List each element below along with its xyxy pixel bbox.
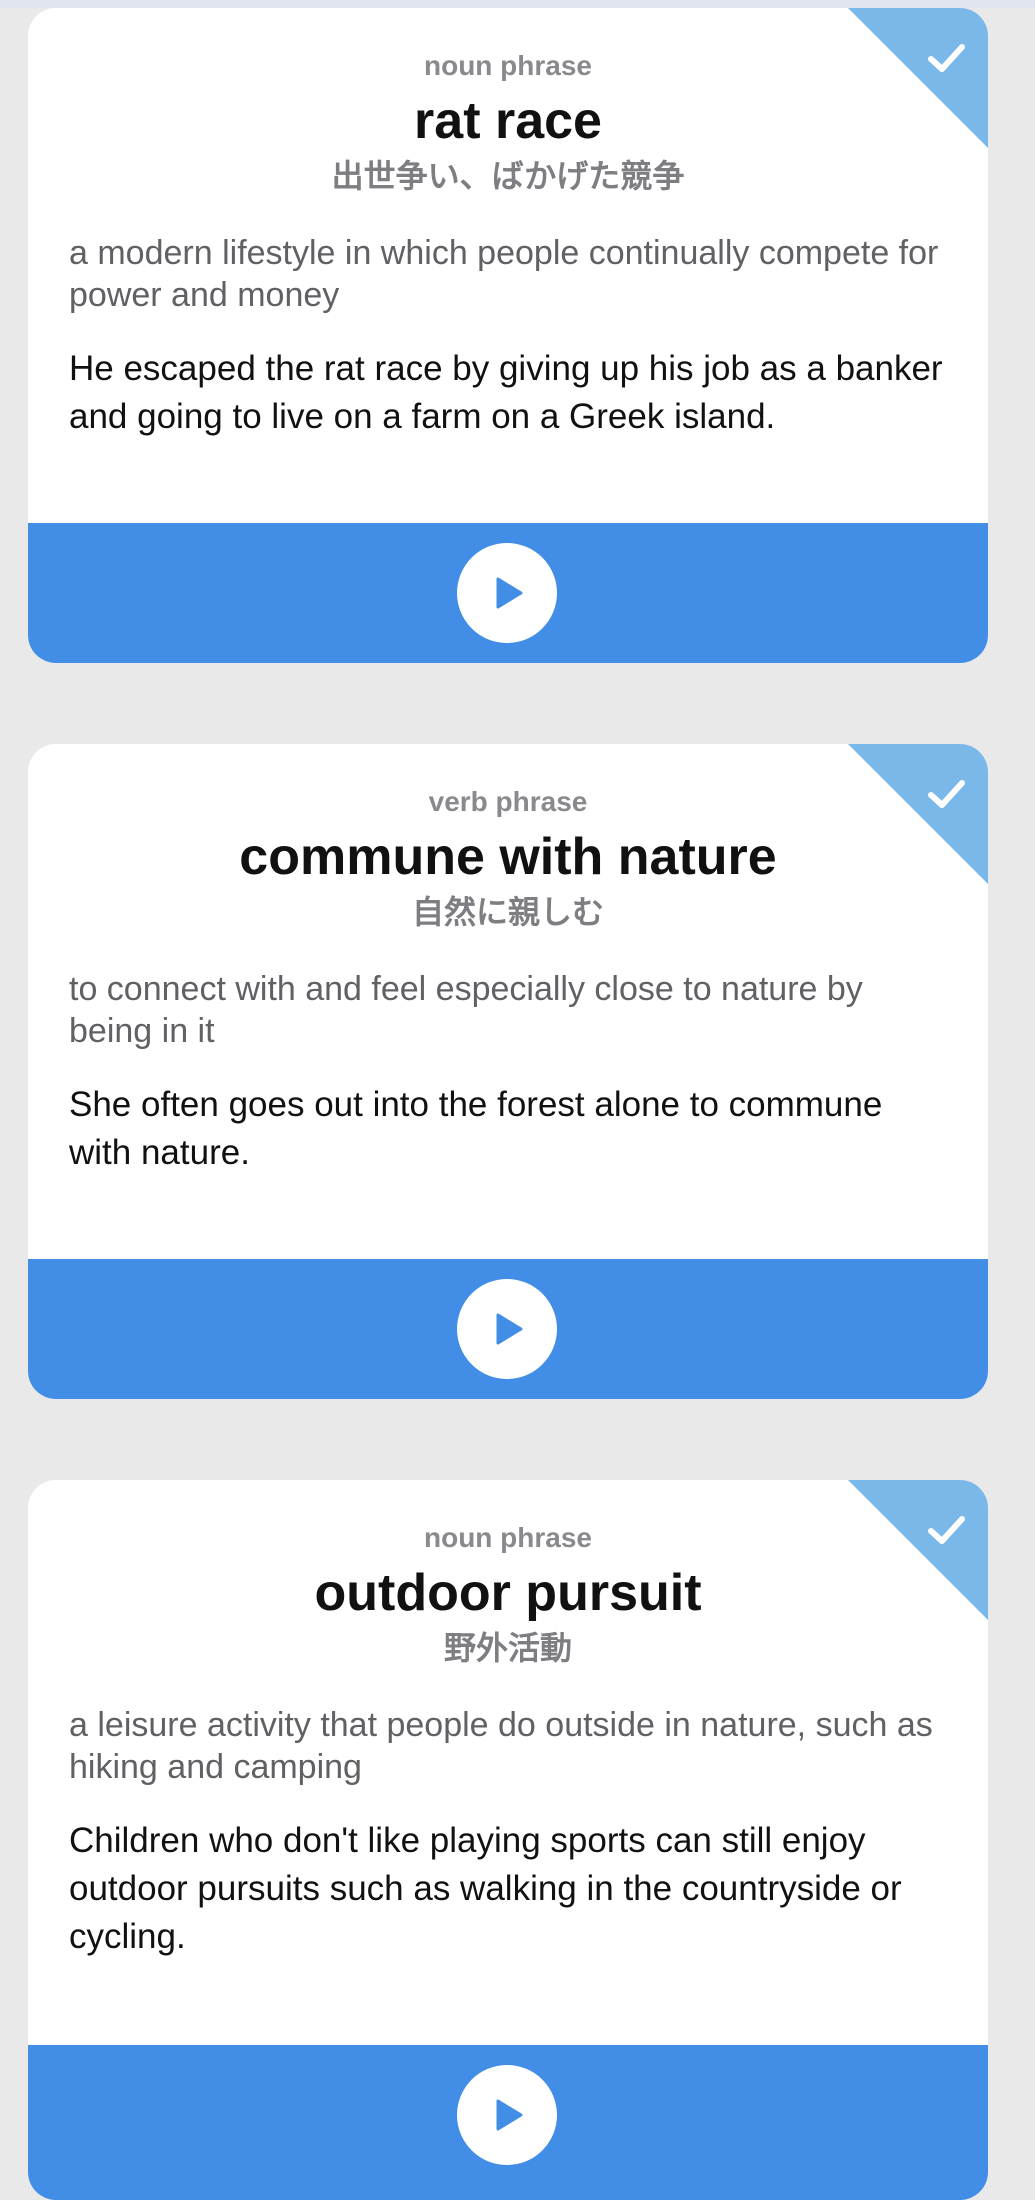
play-audio-button[interactable] (457, 2065, 557, 2165)
vocab-card-rat-race[interactable]: noun phrase rat race 出世争い、ばかげた競争 a moder… (28, 8, 988, 663)
audio-bar[interactable] (28, 1259, 988, 1399)
example-sentence: He escaped the rat race by giving up his… (69, 348, 943, 436)
vocab-card-outdoor-pursuit[interactable]: noun phrase outdoor pursuit 野外活動 a leisu… (28, 1480, 988, 2200)
vocab-card-commune-with-nature[interactable]: verb phrase commune with nature 自然に親しむ t… (28, 744, 988, 1399)
definition-text: a leisure activity that people do outsid… (69, 1705, 933, 1787)
example-sentence: Children who don't like playing sports c… (69, 1820, 902, 1956)
part-of-speech: noun phrase (423, 50, 592, 81)
checkmark-icon (928, 44, 965, 72)
play-icon (496, 577, 523, 609)
play-audio-button[interactable] (457, 1279, 557, 1379)
checkmark-icon (928, 1516, 965, 1544)
audio-bar[interactable] (28, 2045, 988, 2200)
translation: 出世争い、ばかげた競争 (331, 157, 685, 194)
translation: 自然に親しむ (411, 893, 604, 930)
part-of-speech: verb phrase (428, 786, 588, 817)
play-icon (496, 2099, 523, 2131)
translation: 野外活動 (443, 1629, 572, 1666)
vocab-term: commune with nature (239, 828, 777, 886)
example-sentence: She often goes out into the forest alone… (69, 1084, 883, 1172)
top-edge (0, 0, 1035, 8)
vocab-term: outdoor pursuit (314, 1564, 702, 1622)
audio-bar[interactable] (28, 523, 988, 663)
checkmark-icon (928, 780, 965, 808)
definition-text: to connect with and feel especially clos… (69, 969, 863, 1051)
vocab-term: rat race (414, 92, 602, 150)
part-of-speech: noun phrase (423, 1522, 592, 1553)
play-audio-button[interactable] (457, 543, 557, 643)
play-icon (496, 1313, 523, 1345)
definition-text: a modern lifestyle in which people conti… (69, 233, 939, 315)
